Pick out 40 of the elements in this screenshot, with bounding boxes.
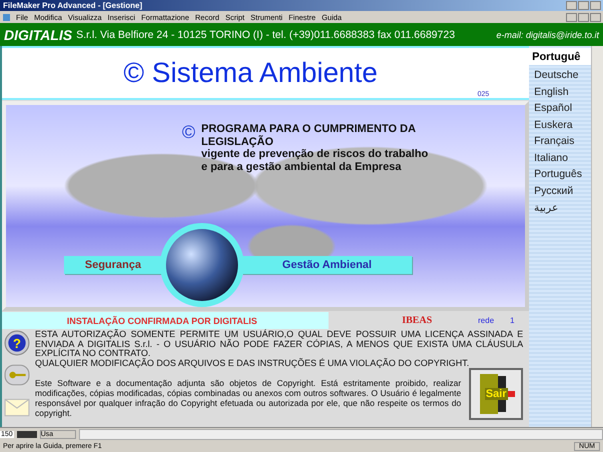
copyright-notice: Este Software e a documentação adjunta são objetos de Copyright. Está estritamente proibido, realizar modificações, cópias modificadas, cópias combinadas ou anexos com outros softwares. O Usuário é legalmente responsável por qualquer infração do Copyright efetuada ou autorizada por ele, que não respeite os termos do copyright. [35,378,462,418]
restore-button[interactable] [578,1,589,10]
banner-text: e para a gestão ambiental da Empresa [201,160,402,173]
language-item[interactable]: Deutsche [529,67,592,84]
zoom-icon[interactable] [16,430,37,438]
violation-notice: QUALQUIER MODIFICAÇÃO DOS ARQUIVOS E DAS INSTRUÇÕES É UMA VIOLAÇÃO DO COPYRIGHT. [35,358,470,368]
vertical-scrollbar[interactable] [591,46,603,427]
language-item[interactable]: Español [529,100,592,116]
restore-button[interactable] [578,12,589,22]
section-button[interactable]: Gestão Ambienal [242,256,412,274]
key-icon[interactable] [3,362,31,388]
app-icon [3,14,10,20]
window-title: FileMaker Pro Advanced - [Gestione] [3,1,144,10]
minimize-button[interactable] [566,12,577,22]
section-button[interactable]: Segurança [64,256,162,274]
current-language-field[interactable]: Portuguê [529,48,592,65]
license-warning: ESTA AUTORIZAÇÃO SOMENTE PERMITE UM USUÁRIO,O QUAL DEVE POSSUIR UMA LICENÇA ASSINADA E ENVIADA A DIGITALIS S.r.l. - O USUÁRIO NÃO PODE FAZER CÓPIAS, A MENOS QUE EXISTA UMA CLÁUSULA EXPLÍCITA NO CONTRATO. [35,330,524,358]
client-name: IBEAS [402,315,434,326]
horizontal-scrollbar[interactable] [78,428,603,440]
network-label: rede [478,316,494,325]
language-item[interactable]: عربية [529,199,592,216]
language-item[interactable]: Français [529,133,592,150]
language-item[interactable]: Euskera [529,116,592,133]
banner-text: vigente de prevenção de riscos do trabalho [201,148,430,160]
network-count: 1 [510,316,514,325]
language-item[interactable]: Italiano [529,150,592,166]
language-item[interactable]: Русский [529,182,592,199]
language-item[interactable]: English [529,84,592,100]
help-icon[interactable]: ? [3,330,31,356]
install-text: INSTALAÇÃO CONFIRMADA POR DIGITALIS [66,316,258,326]
close-button[interactable] [590,12,601,22]
language-item[interactable]: Português [529,166,592,182]
exit-button[interactable]: Sair [469,368,524,420]
copyright-mark: © [182,123,196,144]
close-button[interactable] [590,1,601,10]
company-email: e-mail: digitalis@iride.to.it [496,30,599,40]
app-title: © Sistema Ambiente [124,57,378,89]
company-address: S.r.l. Via Belfiore 24 - 10125 TORINO (I) - tel. (+39)011.6688383 fax 011.6689723 [76,28,455,40]
minimize-button[interactable] [566,1,577,10]
company-name: DIGITALIS [4,26,72,42]
